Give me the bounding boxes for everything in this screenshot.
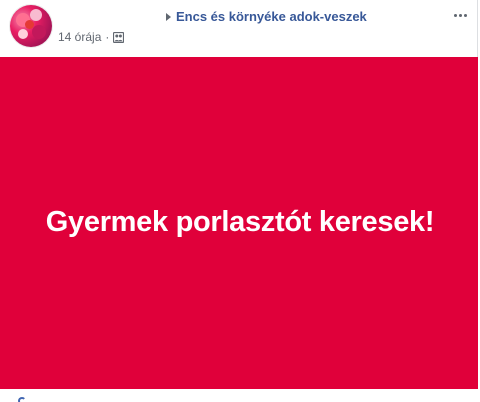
more-options-icon (453, 13, 457, 17)
post-text-background-card[interactable]: Gyermek porlasztót keresek! (0, 57, 478, 389)
author-avatar[interactable] (10, 5, 52, 47)
post-meta: 14 órája · (58, 29, 125, 45)
group-audience-icon[interactable] (113, 31, 125, 43)
group-name: Encs és környéke adok-veszek (176, 9, 367, 24)
post-timestamp[interactable]: 14 órája (58, 30, 101, 44)
more-options-button[interactable] (448, 6, 472, 24)
feed-post: Encs és környéke adok-veszek 14 órája · … (0, 0, 478, 402)
meta-separator: · (105, 30, 110, 44)
avatar-flower-shape (25, 20, 34, 29)
post-header: Encs és környéke adok-veszek 14 órája · (0, 0, 478, 55)
group-link[interactable]: Encs és környéke adok-veszek (166, 9, 367, 24)
caret-right-icon (166, 12, 171, 21)
avatar-flower-shape (32, 25, 46, 39)
post-message-text: Gyermek porlasztót keresek! (45, 206, 435, 238)
avatar-flower-shape (30, 9, 42, 21)
post-footer-partial (0, 389, 478, 402)
more-options-dot (463, 13, 467, 17)
avatar-flower-shape (18, 29, 28, 39)
reaction-icon (18, 397, 26, 402)
more-options-dot (458, 13, 462, 17)
